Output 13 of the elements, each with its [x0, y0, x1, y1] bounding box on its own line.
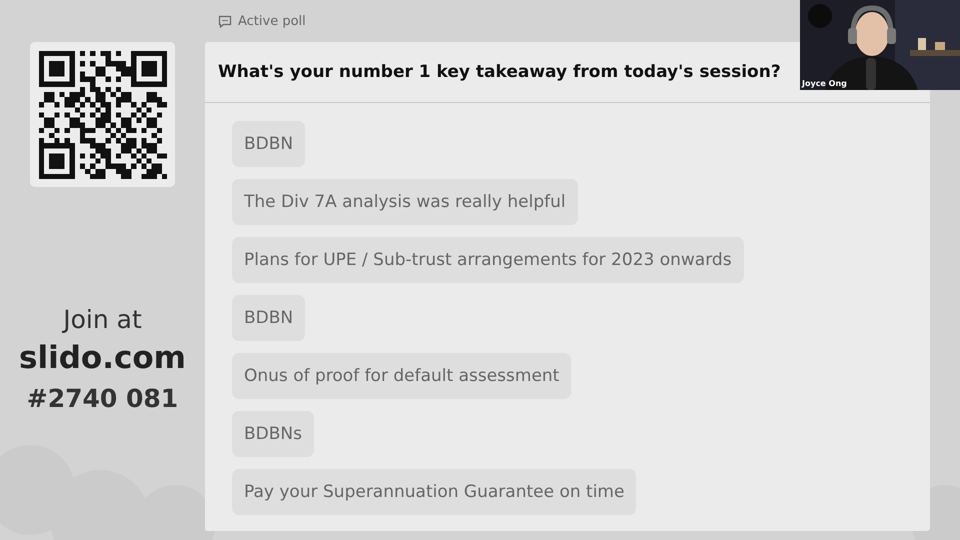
chat-icon [218, 14, 232, 28]
speaker-name: Joyce Ong [802, 79, 847, 88]
answer-bubble: BDBN [232, 121, 306, 167]
answer-bubble: Pay your Superannuation Guarantee on time [232, 469, 636, 515]
join-site: slido.com [19, 340, 186, 376]
answer-bubble: Plans for UPE / Sub-trust arrangements for 2023 onwards [232, 237, 744, 283]
active-poll-label: Active poll [238, 14, 306, 28]
join-label: Join at [63, 305, 142, 334]
answer-bubble: Onus of proof for default assessment [232, 353, 572, 399]
event-code: #2740 081 [26, 384, 178, 413]
answer-bubble: BDBNs [232, 411, 314, 457]
answer-bubble: The Div 7A analysis was really helpful [232, 179, 578, 225]
answer-bubble: BDBN [232, 295, 306, 341]
